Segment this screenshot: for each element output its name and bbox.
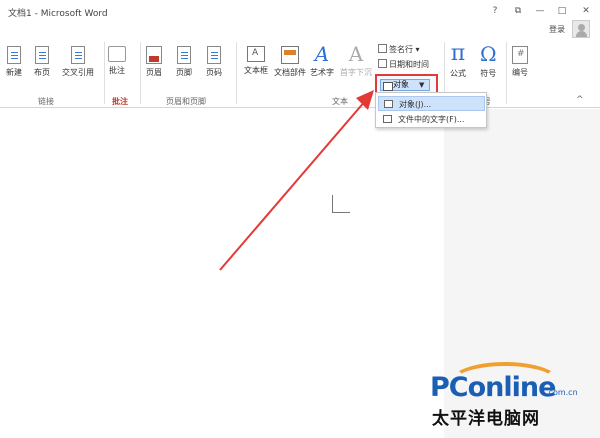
group-label-comments: 批注 <box>112 97 128 106</box>
layout-button[interactable]: 布页 <box>34 46 50 78</box>
group-divider <box>104 42 105 104</box>
number-button[interactable]: 编号 <box>512 46 528 78</box>
calendar-icon <box>378 59 387 68</box>
object-icon <box>384 100 393 108</box>
date-time-button[interactable]: 日期和时间 <box>378 59 429 70</box>
page-icon <box>7 46 21 64</box>
minimize-button[interactable]: — <box>532 4 548 18</box>
comment-button[interactable]: 批注 <box>108 46 126 76</box>
page-icon <box>35 46 49 64</box>
window-title: 文档1 - Microsoft Word <box>8 9 108 19</box>
close-button[interactable]: ✕ <box>578 4 594 18</box>
group-label-links: 链接 <box>38 97 54 106</box>
menu-item-text-from-file[interactable]: 文件中的文字(F)... <box>378 112 485 127</box>
page-number-icon <box>207 46 221 64</box>
wordart-icon: A <box>314 42 330 66</box>
avatar-icon[interactable] <box>572 20 590 38</box>
login-link[interactable]: 登录 <box>549 24 565 35</box>
header-button[interactable]: 页眉 <box>146 46 162 78</box>
equation-button[interactable]: π 公式 <box>450 43 466 79</box>
cross-reference-icon <box>71 46 85 64</box>
wordart-button[interactable]: A 艺术字 <box>310 44 334 78</box>
group-divider <box>506 42 507 104</box>
maximize-button[interactable]: □ <box>554 4 570 18</box>
cross-reference-button[interactable]: 交叉引用 <box>62 46 94 78</box>
new-page-button[interactable]: 新建 <box>6 46 22 78</box>
drop-cap-icon: A <box>348 42 364 66</box>
group-label-header-footer: 页眉和页脚 <box>166 97 206 106</box>
group-divider <box>236 42 237 104</box>
object-dropdown-menu: 对象(J)... 文件中的文字(F)... <box>375 92 487 128</box>
footer-button[interactable]: 页脚 <box>176 46 192 78</box>
watermark-domain: .com.cn <box>546 388 578 397</box>
help-icon[interactable]: ? <box>487 4 503 18</box>
ribbon-display-icon[interactable]: ⧉ <box>510 4 526 18</box>
pconline-watermark: PConline .com.cn 太平洋电脑网 <box>430 362 596 436</box>
number-icon <box>512 46 528 64</box>
header-icon <box>146 46 162 64</box>
menu-item-object[interactable]: 对象(J)... <box>378 96 485 111</box>
drop-cap-button[interactable]: A 首字下沉 <box>340 44 372 78</box>
group-divider <box>140 42 141 104</box>
watermark-brand: PConline <box>430 372 556 403</box>
group-label-text: 文本 <box>332 97 348 106</box>
title-bar: 文档1 - Microsoft Word ? ⧉ — □ ✕ <box>0 0 600 24</box>
quick-parts-icon <box>281 46 299 64</box>
file-text-icon <box>383 115 392 123</box>
watermark-cn: 太平洋电脑网 <box>432 409 540 429</box>
comment-icon <box>108 46 126 62</box>
signature-icon <box>378 44 387 53</box>
text-box-icon <box>247 46 265 62</box>
omega-icon: Ω <box>480 42 497 66</box>
text-box-button[interactable]: 文本框 <box>244 46 268 76</box>
pi-icon: π <box>450 41 466 66</box>
signature-line-button[interactable]: 签名行 ▾ <box>378 44 420 55</box>
quick-parts-button[interactable]: 文档部件 <box>274 46 306 78</box>
page-number-button[interactable]: 页码 <box>206 46 222 78</box>
symbol-button[interactable]: Ω 符号 <box>480 43 497 79</box>
footer-icon <box>177 46 191 64</box>
margin-corner-mark <box>332 195 350 213</box>
chevron-down-icon[interactable]: ▼ <box>419 81 424 89</box>
collapse-ribbon-icon[interactable]: ^ <box>576 95 584 105</box>
